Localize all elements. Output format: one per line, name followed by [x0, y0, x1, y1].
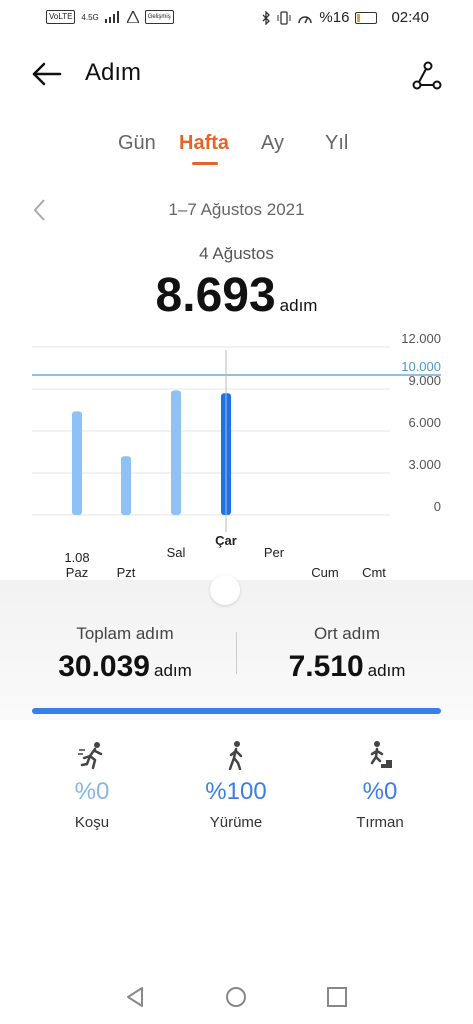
stat-divider [236, 632, 237, 674]
tab-year[interactable]: Yıl [325, 132, 348, 155]
tab-week[interactable]: Hafta [179, 132, 229, 155]
running-icon [78, 742, 103, 770]
network-type-label: 4.5G [81, 12, 99, 22]
total-steps-stat: Toplam adım 30.039 adım [40, 624, 210, 684]
signal-icon [104, 11, 119, 23]
speedometer-icon [298, 15, 313, 23]
activity-distribution-bar [32, 708, 441, 714]
total-steps-value: 30.039 [58, 650, 150, 683]
clock: 02:40 [391, 9, 429, 26]
system-nav-bar [0, 970, 473, 1024]
activity-climbing: %0 Tırman [320, 738, 440, 831]
selected-step-count: 8.693 [155, 269, 276, 322]
bar-sal [171, 390, 181, 515]
tab-month[interactable]: Ay [261, 132, 284, 155]
tab-day[interactable]: Gün [118, 132, 156, 155]
activity-walking: %100 Yürüme [176, 738, 296, 831]
battery-icon [355, 11, 378, 24]
climbing-label: Tırman [356, 814, 404, 831]
chart-scroll-handle[interactable] [210, 575, 240, 605]
vibrate-icon [277, 10, 291, 25]
nav-recents-icon[interactable] [326, 986, 348, 1008]
status-bar: VoLTE 4.5G Gelişmiş %16 02:40 [0, 0, 473, 36]
selected-value-display: 8.693 adım [0, 268, 473, 323]
header: Adım [0, 52, 473, 96]
battery-percent: %16 [319, 9, 350, 26]
total-steps-label: Toplam adım [76, 624, 174, 643]
date-range-selector: 1–7 Ağustos 2021 [0, 196, 473, 226]
selected-step-unit: adım [279, 296, 318, 315]
x-tick-label: Paz [66, 565, 88, 580]
climbing-icon [370, 741, 392, 768]
nav-home-icon[interactable] [225, 986, 247, 1008]
goal-label: 10.000 [401, 359, 441, 374]
walking-percent: %100 [205, 778, 267, 805]
average-steps-value: 7.510 [288, 650, 364, 683]
activity-running: %0 Koşu [32, 738, 152, 831]
total-steps-unit: adım [153, 661, 192, 680]
period-tabs: Gün Hafta Ay Yıl [0, 132, 473, 172]
bar-pzt [121, 456, 131, 515]
battery-level [357, 13, 361, 22]
bar-paz [72, 411, 82, 515]
y-tick-label: 12.000 [401, 331, 441, 346]
data-off-icon [126, 11, 139, 23]
active-tab-indicator [192, 162, 218, 165]
date-range-label: 1–7 Ağustos 2021 [168, 200, 305, 219]
back-arrow-icon[interactable] [30, 56, 66, 92]
y-tick-label: 6.000 [408, 415, 441, 430]
bluetooth-icon [262, 10, 271, 25]
running-percent: %0 [74, 778, 110, 805]
y-tick-label: 3.000 [408, 457, 441, 472]
nav-back-icon[interactable] [124, 986, 146, 1008]
x-tick-label: Cum [311, 565, 338, 580]
page-title: Adım [85, 59, 142, 86]
volte-badge: VoLTE [46, 10, 76, 24]
average-steps-unit: adım [367, 661, 406, 680]
x-tick-label: Cmt [362, 565, 386, 580]
x-tick-label: Çar [215, 533, 237, 548]
walking-label: Yürüme [209, 814, 263, 831]
x-tick-label: Pzt [117, 565, 136, 580]
average-steps-stat: Ort adım 7.510 adım [262, 624, 432, 684]
date-label: 1.08 [64, 550, 89, 565]
weekly-steps-chart[interactable]: 03.0006.0009.00012.00010.000Paz PztSalÇar… [0, 320, 473, 590]
route-share-icon[interactable] [409, 58, 443, 92]
running-label: Koşu [74, 814, 110, 831]
extra-badge: Gelişmiş [144, 10, 174, 24]
x-tick-label: Sal [167, 545, 186, 560]
selected-date: 4 Ağustos [199, 244, 274, 263]
y-tick-label: 0 [434, 499, 441, 514]
climbing-percent: %0 [362, 778, 398, 805]
walking-icon [228, 741, 243, 770]
x-tick-label: Per [264, 545, 285, 560]
average-steps-label: Ort adım [313, 624, 381, 643]
